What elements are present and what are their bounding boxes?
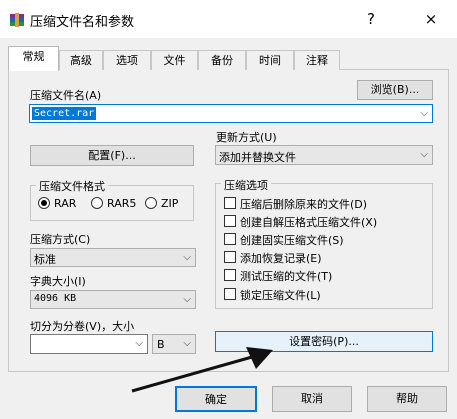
checkbox-test-files-label: 测试压缩的文件(T) (240, 270, 333, 283)
window-title: 压缩文件名和参数 (30, 15, 135, 30)
checkbox-delete-after-label: 压缩后删除原来的文件(D) (240, 198, 368, 211)
compression-method-value: 标准 (34, 253, 56, 266)
profiles-button[interactable]: 配置(F)... (30, 145, 194, 166)
ok-button[interactable]: 确定 (175, 386, 257, 412)
archive-name-label: 压缩文件名(A) (30, 89, 102, 102)
update-mode-select[interactable]: 添加并替换文件 ⌵ (215, 145, 433, 165)
checkbox-solid-archive[interactable] (224, 233, 236, 245)
chevron-down-icon: ⌵ (183, 252, 191, 263)
archiving-options-label: 压缩选项 (221, 177, 271, 193)
split-volumes-label: 切分为分卷(V)，大小 (30, 320, 135, 333)
update-mode-label: 更新方式(U) (216, 131, 277, 144)
compression-method-select[interactable]: 标准 ⌵ (30, 248, 196, 267)
archive-name-field[interactable]: Secret.rar ⌵ (29, 104, 433, 123)
archive-name-value: Secret.rar (32, 107, 97, 120)
help-button[interactable]: 帮助 (367, 386, 447, 412)
tab-options[interactable]: 选项 (103, 50, 151, 70)
cancel-button[interactable]: 取消 (272, 386, 352, 412)
checkbox-create-sfx[interactable] (224, 215, 236, 227)
checkbox-solid-archive-label: 创建固实压缩文件(S) (240, 234, 344, 247)
radio-rar5[interactable] (91, 197, 103, 209)
checkbox-create-sfx-label: 创建自解压格式压缩文件(X) (240, 216, 378, 229)
close-icon[interactable]: × (416, 7, 446, 31)
help-icon[interactable]: ? (356, 7, 386, 31)
chevron-down-icon: ⌵ (420, 149, 428, 160)
tab-time[interactable]: 时间 (246, 50, 294, 70)
dictionary-size-label: 字典大小(I) (30, 275, 86, 288)
tab-general[interactable]: 常规 (8, 46, 59, 71)
checkbox-recovery-record[interactable] (224, 251, 236, 263)
radio-selected-dot (41, 200, 47, 206)
dictionary-size-value: 4096 KB (34, 293, 77, 304)
dictionary-size-select[interactable]: 4096 KB ⌵ (30, 290, 196, 309)
chevron-down-icon[interactable]: ⌵ (420, 108, 428, 119)
radio-rar5-label: RAR5 (107, 197, 137, 210)
update-mode-value: 添加并替换文件 (219, 151, 296, 164)
checkbox-delete-after[interactable] (224, 197, 236, 209)
tab-comment[interactable]: 注释 (294, 50, 340, 70)
archive-format-label: 压缩文件格式 (36, 178, 108, 194)
checkbox-lock-archive-label: 锁定压缩文件(L) (240, 289, 321, 302)
radio-rar-label: RAR (54, 197, 77, 210)
browse-button[interactable]: 浏览(B)... (357, 80, 433, 100)
radio-zip[interactable] (145, 197, 157, 209)
radio-zip-label: ZIP (161, 197, 179, 210)
tab-advanced[interactable]: 高级 (59, 50, 103, 70)
compression-method-label: 压缩方式(C) (30, 233, 91, 246)
tab-files[interactable]: 文件 (151, 50, 198, 70)
radio-rar[interactable] (38, 197, 50, 209)
checkbox-test-files[interactable] (224, 269, 236, 281)
chevron-down-icon: ⌵ (183, 294, 191, 305)
checkbox-lock-archive[interactable] (224, 288, 236, 300)
tab-backup[interactable]: 备份 (198, 50, 246, 70)
winrar-app-icon (9, 13, 25, 27)
checkbox-recovery-record-label: 添加恢复记录(E) (240, 252, 322, 265)
